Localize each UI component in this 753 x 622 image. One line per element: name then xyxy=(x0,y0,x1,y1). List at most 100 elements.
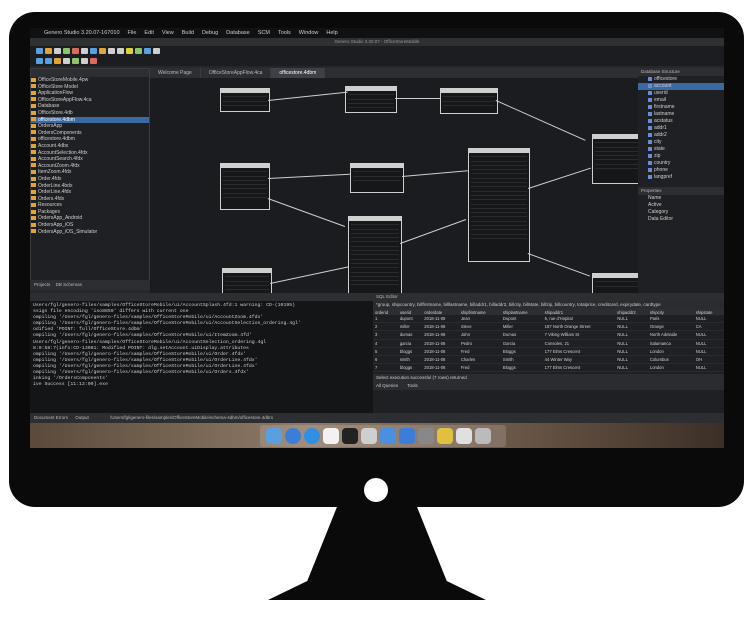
table-row[interactable]: 3 dumas 2018-11-06 John Dumas 7 Viking Willia… xyxy=(373,330,724,340)
preview-icon[interactable] xyxy=(456,428,472,444)
structure-item[interactable]: state xyxy=(638,146,724,153)
tab-appflow[interactable]: OfficeStoreAppFlow.4ca xyxy=(201,68,272,78)
structure-item[interactable]: langpref xyxy=(638,174,724,181)
structure-item[interactable]: firstname xyxy=(638,104,724,111)
structure-item[interactable]: account xyxy=(638,83,724,90)
run-icon[interactable] xyxy=(126,48,133,54)
tree-item[interactable]: Resources xyxy=(31,202,149,209)
forward-icon[interactable] xyxy=(45,58,52,64)
menu-file[interactable]: File xyxy=(128,30,137,36)
menu-debug[interactable]: Debug xyxy=(202,30,218,36)
system-preferences-icon[interactable] xyxy=(418,428,434,444)
table-row[interactable]: 6 smith 2018-11-06 Charles Smith 44 Winter Wa… xyxy=(373,355,724,365)
open-icon[interactable] xyxy=(45,48,52,54)
status-tab-errors[interactable]: Document Errors xyxy=(34,415,68,420)
copy-icon[interactable] xyxy=(90,48,97,54)
stop-icon[interactable] xyxy=(72,48,79,54)
status-tab-output[interactable]: Output xyxy=(75,415,89,420)
schema-diagram[interactable]: Welcome Page OfficeStoreAppFlow.4ca offi… xyxy=(150,68,646,298)
menu-edit[interactable]: Edit xyxy=(144,30,153,36)
tree-item[interactable]: OrdersApp_Android xyxy=(31,215,149,222)
tree-item[interactable]: OfficeStoreAppFlow.4ca xyxy=(31,97,149,104)
keychain-icon[interactable] xyxy=(361,428,377,444)
sql-query[interactable]: *group, shipcountry, billfirstname, bill… xyxy=(373,301,724,309)
table-row[interactable]: 7 bloggs 2018-11-06 Fred Bloggs 177 Elms Cres… xyxy=(373,363,724,373)
tree-item[interactable]: ItemZoom.4fdx xyxy=(31,169,149,176)
app-store-icon[interactable] xyxy=(304,428,320,444)
structure-item[interactable]: phone xyxy=(638,167,724,174)
tree-item[interactable]: Database xyxy=(31,103,149,110)
tree-item[interactable]: AccountZoom.4fdx xyxy=(31,163,149,170)
structure-item[interactable]: email xyxy=(638,97,724,104)
structure-item[interactable]: city xyxy=(638,139,724,146)
property-name[interactable]: Name xyxy=(638,195,724,202)
menu-tools[interactable]: Tools xyxy=(278,30,291,36)
menu-help[interactable]: Help xyxy=(326,30,337,36)
save-icon[interactable] xyxy=(54,48,61,54)
tree-item[interactable]: OrderLine.4bdx xyxy=(31,183,149,190)
debug-icon[interactable] xyxy=(135,48,142,54)
tree-item[interactable]: OrdersComponents xyxy=(31,130,149,137)
zoom-icon[interactable] xyxy=(153,48,160,54)
key-icon[interactable] xyxy=(72,58,79,64)
tree-item[interactable]: AccountSelection.4fdx xyxy=(31,150,149,157)
deploy-icon[interactable] xyxy=(144,48,151,54)
tree-item[interactable]: OrdersApp_iOS xyxy=(31,222,149,229)
back-icon[interactable] xyxy=(36,58,43,64)
app-name[interactable]: Genero Studio 3.20.07-167010 xyxy=(44,30,120,36)
redo-icon[interactable] xyxy=(117,48,124,54)
tree-item[interactable]: Packages xyxy=(31,209,149,216)
entity-box[interactable] xyxy=(220,88,270,112)
entity-box[interactable] xyxy=(440,88,498,114)
menu-database[interactable]: Database xyxy=(226,30,250,36)
property-data-editor[interactable]: Data Editor xyxy=(638,216,724,223)
entity-box[interactable] xyxy=(350,163,404,193)
table-row[interactable]: 2 miller 2018-11-06 Steve Miller 187 North Or… xyxy=(373,322,724,332)
tree-item[interactable]: Orders.4fdx xyxy=(31,196,149,203)
structure-item[interactable]: zip xyxy=(638,153,724,160)
safari-icon[interactable] xyxy=(285,428,301,444)
menu-build[interactable]: Build xyxy=(182,30,194,36)
cut-icon[interactable] xyxy=(81,48,88,54)
build-icon[interactable] xyxy=(63,48,70,54)
tree-item[interactable]: OfficeStore.4db xyxy=(31,110,149,117)
menu-view[interactable]: View xyxy=(162,30,174,36)
property-active[interactable]: Active xyxy=(638,202,724,209)
undo-icon[interactable] xyxy=(108,48,115,54)
textedit-icon[interactable] xyxy=(323,428,339,444)
entity-box[interactable] xyxy=(348,216,402,298)
entity-box[interactable] xyxy=(345,86,397,113)
column-icon[interactable] xyxy=(63,58,70,64)
table-row[interactable]: 5 bloggs 2018-11-06 Fred Bloggs 177 Elms Cres… xyxy=(373,347,724,356)
structure-item[interactable]: officestore xyxy=(638,76,724,83)
tree-item[interactable]: officestore.4dbm xyxy=(31,116,149,124)
structure-item[interactable]: addr1 xyxy=(638,125,724,132)
trash-icon[interactable] xyxy=(475,428,491,444)
menu-scm[interactable]: SCM xyxy=(258,30,270,36)
tab-projects[interactable]: Projects xyxy=(34,282,50,287)
tree-item[interactable]: OrderLine.4fdx xyxy=(31,189,149,196)
table-icon[interactable] xyxy=(54,58,61,64)
folder-icon[interactable] xyxy=(399,428,415,444)
tree-item[interactable]: AccountSearch.4fdx xyxy=(31,156,149,163)
structure-item[interactable]: country xyxy=(638,160,724,167)
tab-officestore-4dbm[interactable]: officestore.4dbm xyxy=(271,68,326,78)
delete-icon[interactable] xyxy=(90,58,97,64)
tab-all-queries[interactable]: All Queries xyxy=(376,383,398,388)
align-icon[interactable] xyxy=(81,58,88,64)
structure-item[interactable]: userid xyxy=(638,90,724,97)
property-category[interactable]: Category xyxy=(638,209,724,216)
tree-item[interactable]: OrdersApp_iOS_Simulator xyxy=(31,229,149,236)
tree-item[interactable]: ApplicationFlow xyxy=(31,90,149,97)
tab-db-schemas[interactable]: DB Schemas xyxy=(56,282,82,287)
tree-item[interactable]: officestore.4dbm xyxy=(31,136,149,143)
new-icon[interactable] xyxy=(36,48,43,54)
entity-box[interactable] xyxy=(468,148,530,262)
tab-welcome-page[interactable]: Welcome Page xyxy=(150,68,201,78)
tree-item[interactable]: Account.4dbx xyxy=(31,143,149,150)
structure-item[interactable]: addr2 xyxy=(638,132,724,139)
entity-box[interactable] xyxy=(220,163,270,210)
terminal-icon[interactable] xyxy=(342,428,358,444)
notes-icon[interactable] xyxy=(437,428,453,444)
tree-item[interactable]: OfficeStoreMobile.4pw xyxy=(31,77,149,84)
